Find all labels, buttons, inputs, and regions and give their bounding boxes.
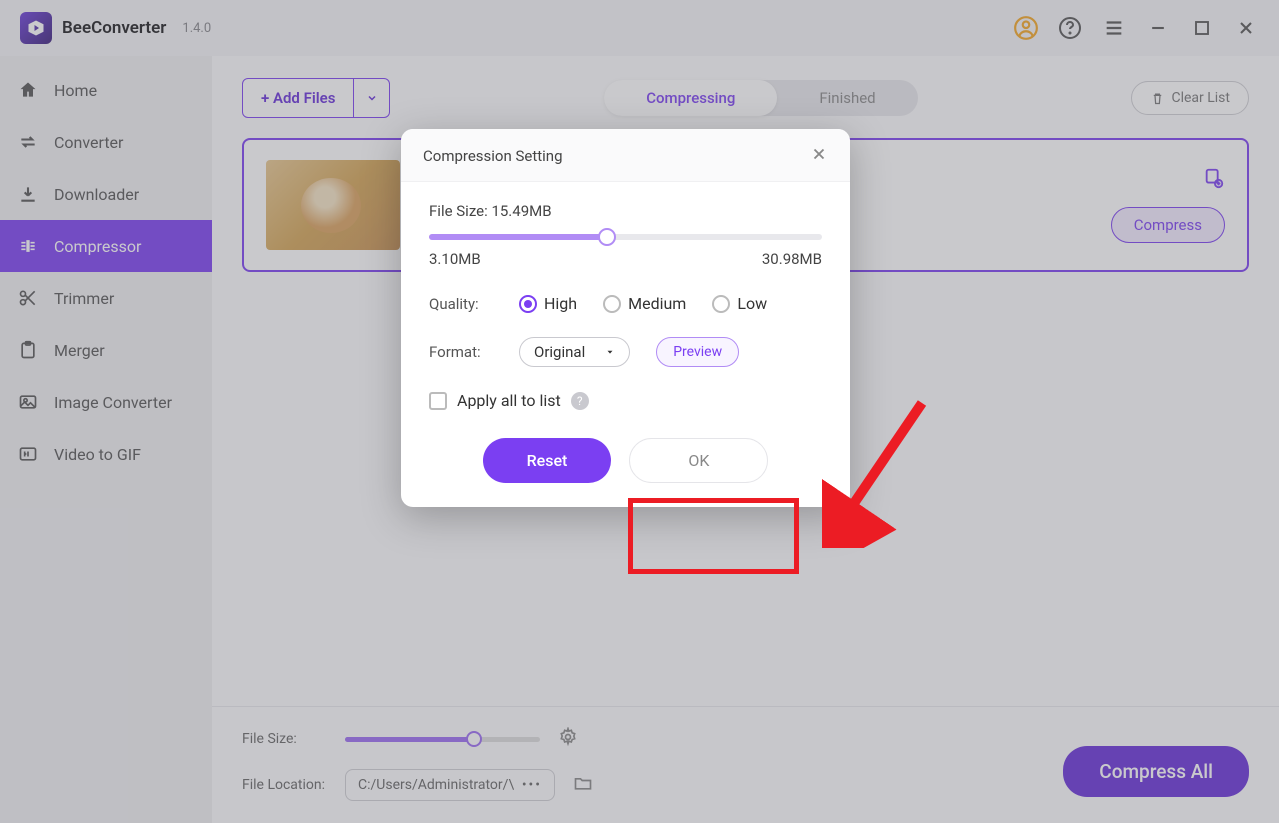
- apply-all-row: Apply all to list ?: [429, 391, 822, 410]
- quality-radio-medium[interactable]: Medium: [603, 294, 686, 313]
- help-tooltip-icon[interactable]: ?: [571, 392, 589, 410]
- ok-button[interactable]: OK: [629, 438, 768, 483]
- slider-max: 30.98MB: [762, 250, 822, 268]
- apply-all-checkbox[interactable]: [429, 392, 447, 410]
- close-icon[interactable]: [810, 145, 828, 167]
- format-row: Format: Original Preview: [429, 337, 822, 367]
- quality-radio-low[interactable]: Low: [712, 294, 767, 313]
- preview-button[interactable]: Preview: [656, 337, 739, 367]
- quality-row: Quality: High Medium Low: [429, 294, 822, 313]
- apply-all-label: Apply all to list: [457, 391, 561, 410]
- slider-min: 3.10MB: [429, 250, 481, 268]
- format-label: Format:: [429, 343, 493, 361]
- slider-range: 3.10MB 30.98MB: [429, 250, 822, 268]
- modal-body: File Size: 15.49MB 3.10MB 30.98MB Qualit…: [401, 182, 850, 507]
- reset-button[interactable]: Reset: [483, 438, 612, 483]
- modal-header: Compression Setting: [401, 129, 850, 182]
- modal-file-size-label: File Size: 15.49MB: [429, 202, 822, 220]
- format-select[interactable]: Original: [519, 337, 630, 367]
- quality-radio-high[interactable]: High: [519, 294, 577, 313]
- compression-setting-modal: Compression Setting File Size: 15.49MB 3…: [401, 129, 850, 507]
- modal-buttons: Reset OK: [429, 438, 822, 483]
- file-size-slider[interactable]: [429, 234, 822, 240]
- quality-label: Quality:: [429, 295, 493, 313]
- modal-title: Compression Setting: [423, 147, 563, 165]
